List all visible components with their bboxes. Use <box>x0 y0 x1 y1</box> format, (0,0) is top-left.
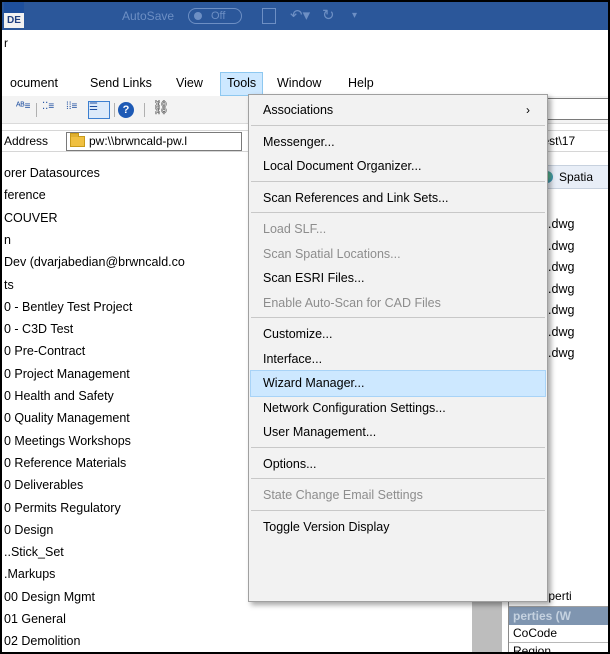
top-fragment: r <box>4 36 8 50</box>
menu-item-load-slf: Load SLF... <box>250 216 546 243</box>
sort-icon[interactable]: ᴬᴮ≡ <box>16 101 34 119</box>
customize-quick-access-icon[interactable]: ▾ <box>352 7 357 25</box>
menu-item-interface[interactable]: Interface... <box>250 346 546 373</box>
tree-item[interactable]: 0 Health and Safety <box>4 385 114 407</box>
menu-item-label: Associations <box>263 103 334 117</box>
tree-item[interactable]: 00 Design Mgmt <box>4 586 95 608</box>
folder-icon <box>70 133 85 147</box>
menu-item-label: Scan ESRI Files... <box>263 271 365 285</box>
tree-item[interactable]: n <box>4 229 11 251</box>
tree-item[interactable]: orer Datasources <box>4 162 100 184</box>
autosave-state: Off <box>211 10 226 22</box>
menu-window[interactable]: Window <box>271 72 327 96</box>
tree-item[interactable]: Dev (dvarjabedian@brwncald.co <box>4 251 185 273</box>
menu-item-label: Options... <box>263 456 317 471</box>
tree-item[interactable]: ference <box>4 184 46 206</box>
menu-item-label: Local Document Organizer... <box>263 159 422 173</box>
tree-item[interactable]: 0 Pre-Contract <box>4 340 85 362</box>
menu-item-customize[interactable]: Customize... <box>250 321 546 348</box>
menu-item-scan-esri-files[interactable]: Scan ESRI Files... <box>250 265 546 292</box>
menu-item-label: Scan References and Link Sets... <box>263 190 449 205</box>
menu-item-label: Wizard Manager... <box>263 376 365 390</box>
address-label: Address <box>4 134 49 148</box>
tree-item[interactable]: 0 Deliverables <box>4 474 83 496</box>
tools-menu: Associations › Messenger... Local Document … <box>248 94 548 602</box>
menu-item-label: Load SLF... <box>263 222 327 236</box>
menu-separator <box>251 180 545 182</box>
menu-item-local-document-organizer[interactable]: Local Document Organizer... <box>250 153 546 180</box>
menu-send-links[interactable]: Send Links <box>84 72 158 96</box>
menu-item-user-management[interactable]: User Management... <box>250 419 546 446</box>
tree-item[interactable]: 02 Demolition <box>4 630 80 652</box>
tree-item[interactable]: 01 General <box>4 608 66 630</box>
menu-tools[interactable]: Tools <box>220 72 264 96</box>
undo-icon[interactable]: ↶▾ <box>290 7 310 25</box>
menu-separator <box>251 509 545 511</box>
menu-item-associations[interactable]: Associations › <box>250 97 546 124</box>
find-binoculars-icon[interactable]: ⛓ <box>152 99 170 117</box>
menu-help[interactable]: Help <box>342 72 380 96</box>
menu-bar: ocument Send Links View Tools Window Help <box>2 72 608 96</box>
menu-separator <box>251 212 545 213</box>
property-row-cocode[interactable]: CoCode <box>509 625 608 643</box>
menu-separator <box>251 478 545 479</box>
tree-item[interactable]: .Markups <box>4 563 55 585</box>
menu-item-toggle-version-display[interactable]: Toggle Version Display <box>250 514 546 541</box>
menu-item-options[interactable]: Options... <box>250 451 546 478</box>
application-window: DE AutoSave Off ↶▾ ↻ ▾ r ocument Send Lin… <box>0 0 610 654</box>
menu-separator <box>251 446 545 448</box>
menu-item-state-change-email-settings: State Change Email Settings <box>250 482 546 509</box>
tree-item[interactable]: 0 Design <box>4 519 53 541</box>
tree-item[interactable]: COUVER <box>4 207 57 229</box>
menu-item-network-configuration-settings[interactable]: Network Configuration Settings... <box>250 395 546 422</box>
tree-item[interactable]: 0 - C3D Test <box>4 318 73 340</box>
menu-ocument[interactable]: ocument <box>4 72 64 96</box>
toggle-knob-icon <box>194 12 202 20</box>
menu-item-label: Toggle Version Display <box>263 519 390 534</box>
menu-separator <box>251 317 545 318</box>
menu-view[interactable]: View <box>170 72 209 96</box>
app-icon[interactable]: DE <box>4 2 24 28</box>
tree-item[interactable]: 0 Quality Management <box>4 407 130 429</box>
menu-item-label: User Management... <box>263 425 377 439</box>
menu-item-messenger[interactable]: Messenger... <box>250 129 546 156</box>
menu-item-label: Enable Auto-Scan for CAD Files <box>263 295 441 310</box>
tree-item[interactable]: 0 Permits Regulatory <box>4 497 121 519</box>
tree-item[interactable]: 0 Project Management <box>4 363 130 385</box>
help-icon[interactable]: ? <box>118 102 134 118</box>
menu-item-label: Messenger... <box>263 134 335 149</box>
menu-item-enable-auto-scan-for-cad-files: Enable Auto-Scan for CAD Files <box>250 290 546 317</box>
save-icon[interactable] <box>262 8 276 24</box>
autosave-label: AutoSave <box>122 9 175 23</box>
redo-icon[interactable]: ↻ <box>322 7 335 25</box>
menu-item-scan-spatial-locations: Scan Spatial Locations... <box>250 241 546 268</box>
tree-item[interactable]: 0 Reference Materials <box>4 452 126 474</box>
menu-separator <box>251 124 545 126</box>
tree-item[interactable]: ts <box>4 274 14 296</box>
menu-item-label: Scan Spatial Locations... <box>263 246 401 261</box>
tree-item[interactable]: ..Stick_Set <box>4 541 64 563</box>
property-row-region[interactable]: Region <box>509 643 608 652</box>
list-view-icon[interactable]: ⁞⁞≡ <box>66 101 84 119</box>
small-icons-view-icon[interactable]: ⁚⁚≡ <box>42 101 58 119</box>
details-view-icon[interactable]: ☰ <box>88 101 110 119</box>
chevron-right-icon: › <box>526 103 530 117</box>
properties-title: perties (W <box>509 607 608 625</box>
menu-item-label: Network Configuration Settings... <box>263 400 446 415</box>
title-bar: DE AutoSave Off ↶▾ ↻ ▾ <box>2 2 608 30</box>
tree-item[interactable]: 0 Meetings Workshops <box>4 430 131 452</box>
menu-item-wizard-manager[interactable]: Wizard Manager... <box>250 370 546 397</box>
menu-item-label: Interface... <box>263 351 323 366</box>
menu-item-label: Customize... <box>263 327 333 341</box>
menu-item-label: State Change Email Settings <box>263 488 423 502</box>
tree-item[interactable]: 0 - Bentley Test Project <box>4 296 132 318</box>
menu-item-scan-references-and-link-sets[interactable]: Scan References and Link Sets... <box>250 185 546 212</box>
autosave-toggle[interactable]: Off <box>188 8 242 24</box>
address-input[interactable]: pw:\\brwncald-pw.l <box>66 132 242 151</box>
